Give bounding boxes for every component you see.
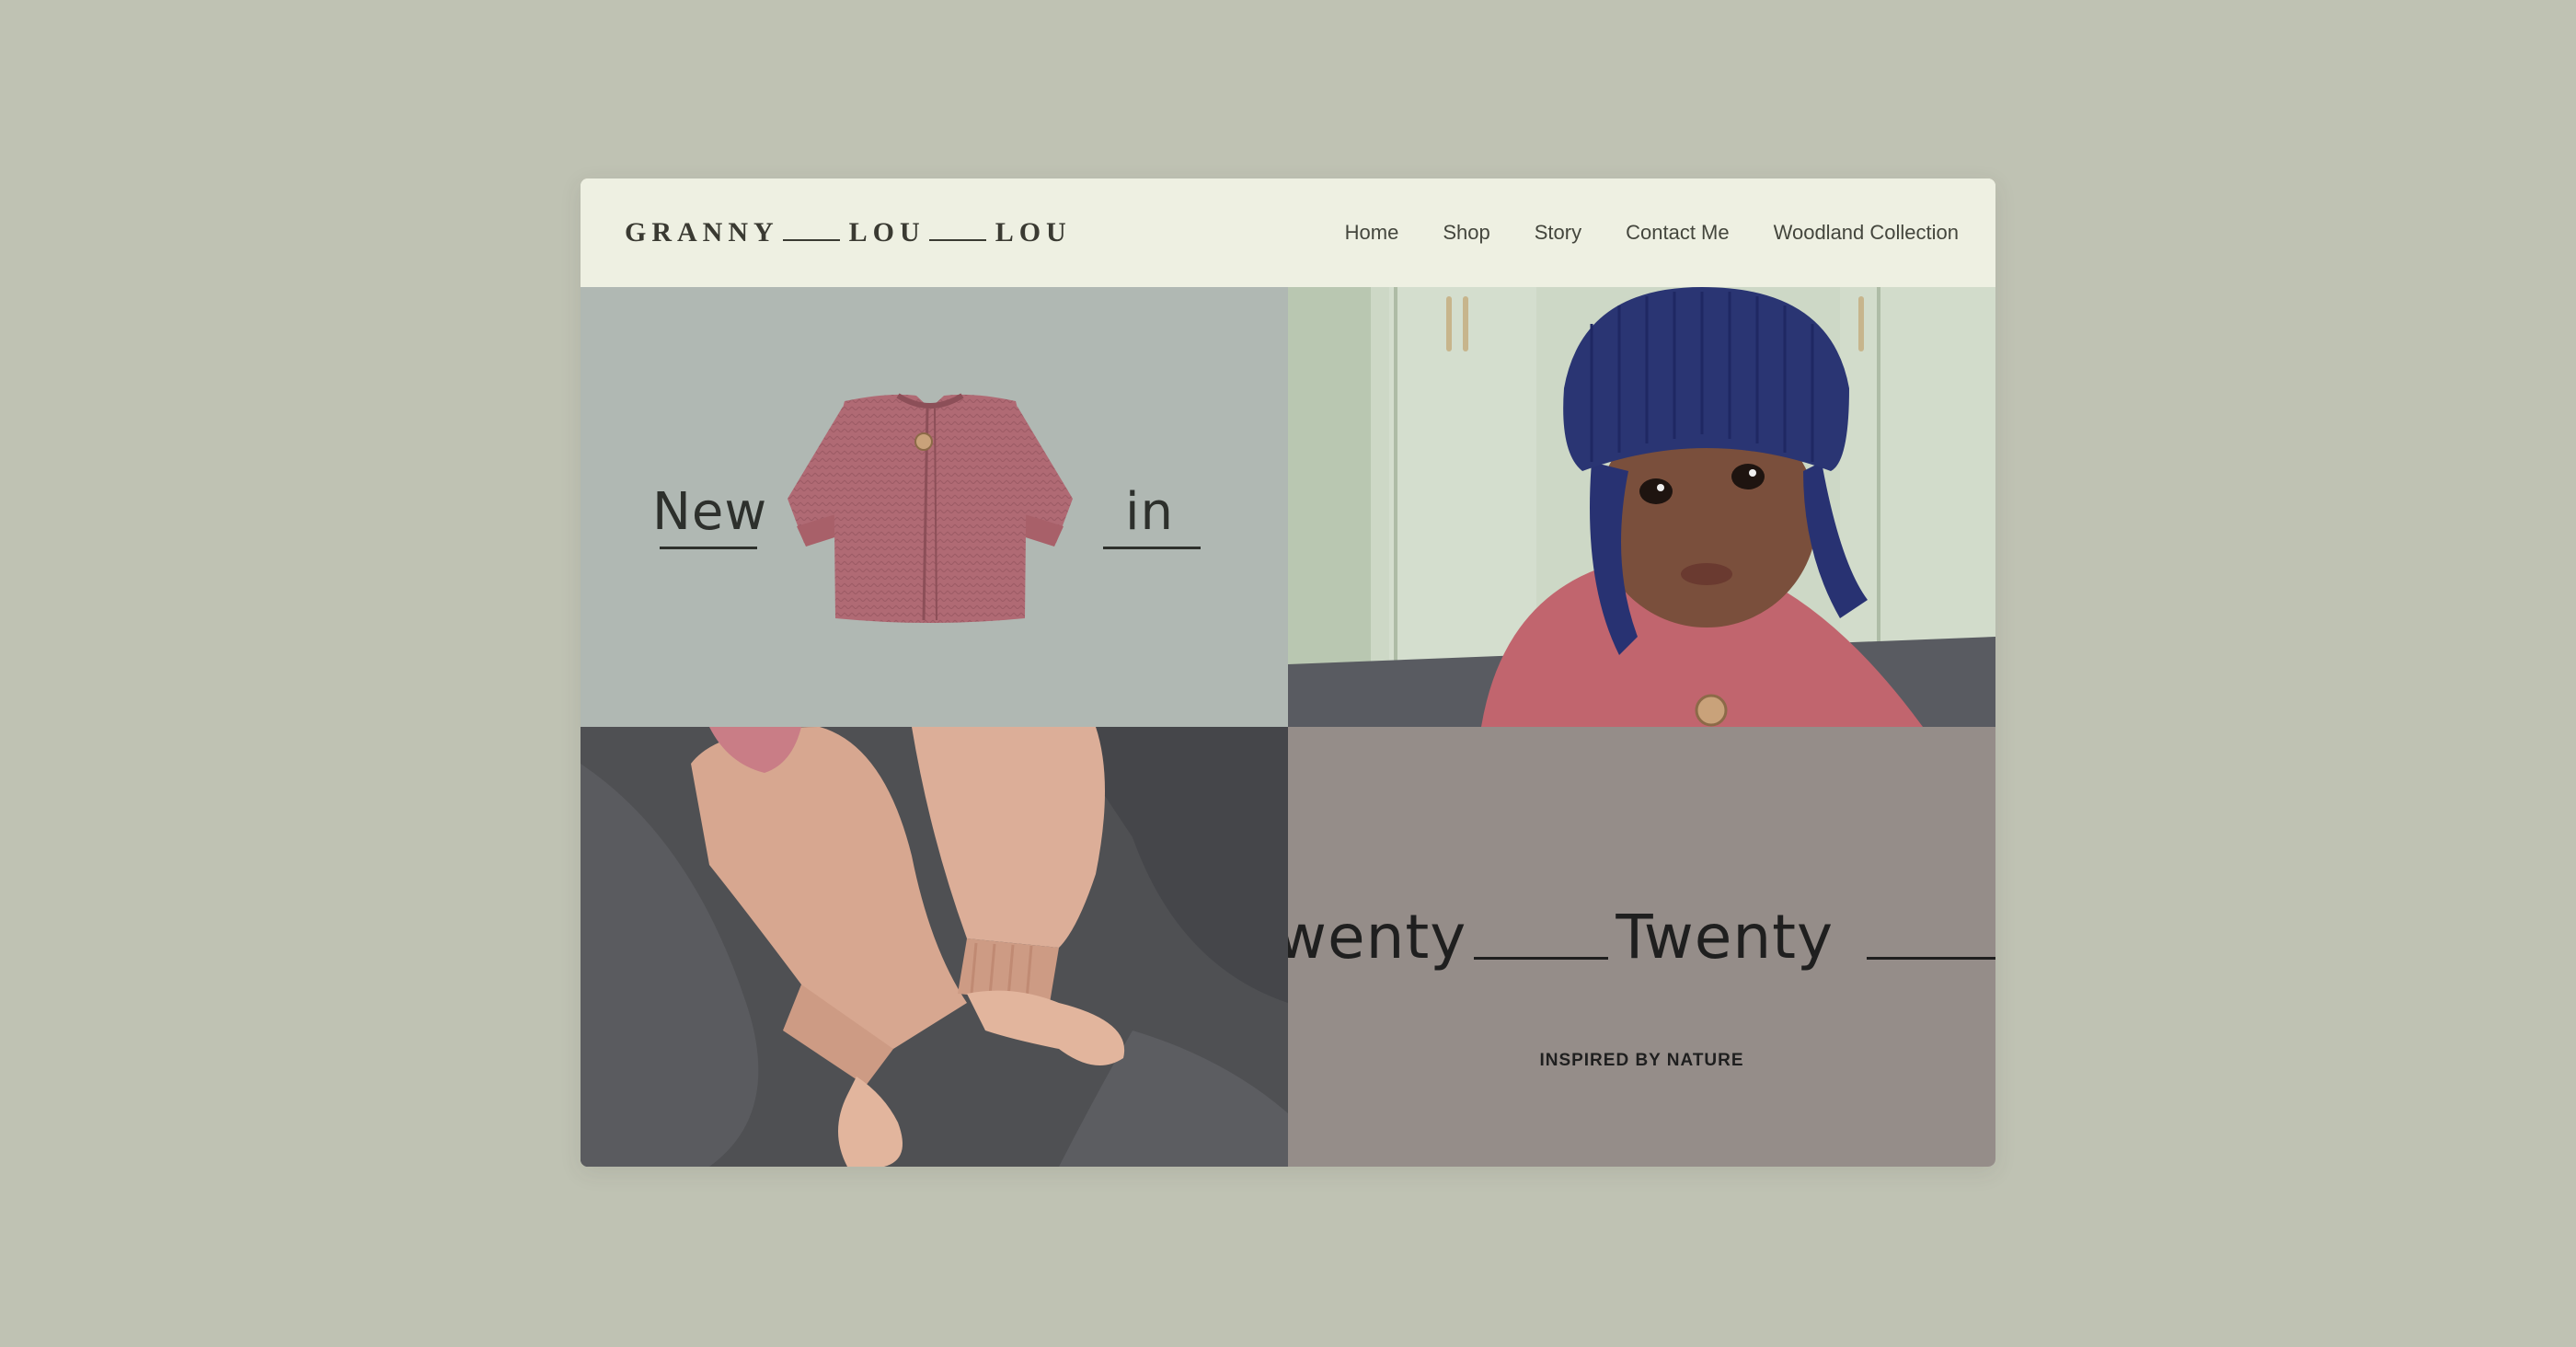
main-nav: Home Shop Story Contact Me Woodland Coll… [1345,178,1959,287]
logo-separator [928,239,986,241]
new-underline [660,547,757,549]
logo-word-lou-1: LOU [848,217,926,248]
nav-shop[interactable]: Shop [1443,221,1489,245]
in-underline [1103,547,1201,549]
twenty-twenty-tile[interactable]: wenty Twenty W INSPIRED BY NATURE [1288,727,1995,1167]
site-logo[interactable]: GRANNY LOU LOU [625,217,1072,248]
marquee-word: Twenty [1616,902,1834,973]
nav-story[interactable]: Story [1535,221,1581,245]
feet-photo [581,727,1288,1167]
in-label: in [1125,482,1175,542]
marquee-rule [1474,957,1609,960]
cardigan-image [788,393,1073,623]
nav-home[interactable]: Home [1345,221,1399,245]
twenty-marquee: wenty Twenty W [1288,902,1995,973]
logo-separator [782,239,840,241]
logo-word-granny: GRANNY [625,217,779,248]
browser-window: GRANNY LOU LOU Home Shop Story Contact M… [581,178,1995,1167]
site-header: GRANNY LOU LOU Home Shop Story Contact M… [581,178,1995,287]
feet-photo-tile[interactable] [581,727,1288,1167]
new-in-tile[interactable]: New in [581,287,1288,727]
nav-woodland-collection[interactable]: Woodland Collection [1774,221,1959,245]
baby-photo [1288,287,1995,727]
new-label: New [652,482,768,542]
baby-photo-tile[interactable] [1288,287,1995,727]
marquee-fragment-left: wenty [1288,902,1467,973]
nav-contact[interactable]: Contact Me [1626,221,1730,245]
marquee-rule [1867,957,1995,960]
tagline: INSPIRED BY NATURE [1539,1051,1744,1070]
logo-word-lou-2: LOU [995,217,1072,248]
